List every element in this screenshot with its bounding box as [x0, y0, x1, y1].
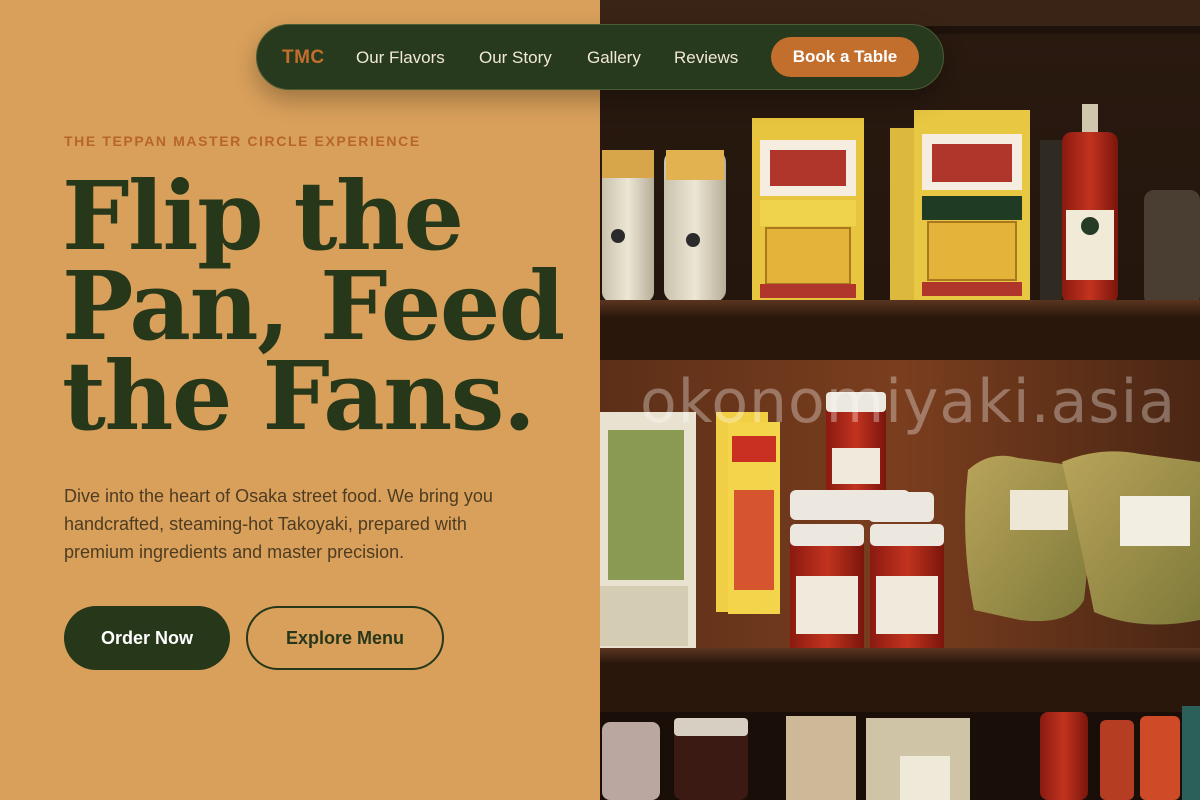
- explore-menu-button[interactable]: Explore Menu: [246, 606, 444, 670]
- brand-logo[interactable]: TMC: [282, 48, 325, 67]
- hero-headline: Flip the Pan, Feed the Fans.: [62, 169, 582, 444]
- hero-eyebrow: THE TEPPAN MASTER CIRCLE EXPERIENCE: [64, 133, 421, 149]
- nav-link-our-flavors[interactable]: Our Flavors: [356, 49, 445, 66]
- top-navbar: TMC Our Flavors Our Story Gallery Review…: [256, 24, 944, 90]
- nav-link-our-story[interactable]: Our Story: [479, 49, 552, 66]
- photo-watermark: okonomiyaki.asia: [640, 367, 1177, 437]
- order-now-button[interactable]: Order Now: [64, 606, 230, 670]
- nav-link-reviews[interactable]: Reviews: [674, 49, 738, 66]
- hero-photo: okonomiyaki.asia: [600, 0, 1200, 800]
- hero-section: THE TEPPAN MASTER CIRCLE EXPERIENCE Flip…: [0, 0, 600, 800]
- nav-link-gallery[interactable]: Gallery: [587, 49, 641, 66]
- book-table-button[interactable]: Book a Table: [771, 37, 919, 77]
- hero-description: Dive into the heart of Osaka street food…: [64, 486, 493, 562]
- headline-line-3: the Fans.: [62, 341, 536, 452]
